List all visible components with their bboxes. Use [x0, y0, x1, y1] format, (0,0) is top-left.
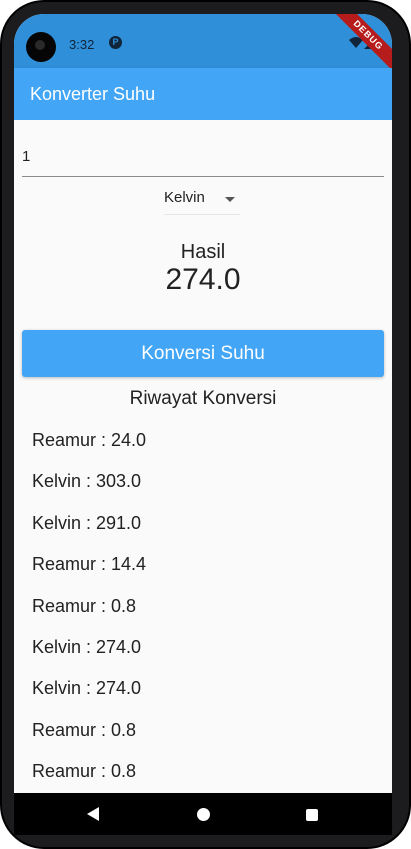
result-label: Hasil — [180, 241, 226, 263]
dropdown-selected-value: Kelvin — [164, 189, 205, 206]
system-nav-bar — [14, 793, 392, 835]
device-frame: 3:32 P DEBUG Konverter Suhu Kelvin Hasil… — [0, 0, 411, 849]
history-item: Reamur : 14.4 — [32, 554, 147, 575]
app-bar: Konverter Suhu — [14, 68, 392, 120]
history-item: Reamur : 24.0 — [32, 430, 147, 450]
history-item: Kelvin : 291.0 — [32, 512, 142, 533]
history-item: Kelvin : 303.0 — [32, 471, 142, 492]
history-item: Reamur : 0.8 — [32, 719, 137, 740]
status-time: 3:32 — [69, 37, 95, 52]
phone-screen: 3:32 P DEBUG Konverter Suhu Kelvin Hasil… — [14, 14, 392, 835]
caret-down-icon — [225, 197, 235, 202]
back-triangle-icon[interactable] — [87, 807, 99, 821]
convert-button[interactable]: Konversi Suhu — [22, 330, 384, 377]
result-value: 274.0 — [165, 263, 241, 296]
history-item: Kelvin : 274.0 — [32, 678, 142, 699]
history-list: Reamur : 24.0 Kelvin : 303.0 Kelvin : 29… — [32, 428, 372, 801]
camera-hole — [26, 32, 56, 62]
status-bar: 3:32 P DEBUG — [14, 14, 392, 77]
temperature-input[interactable] — [22, 146, 382, 166]
app-title: Konverter Suhu — [30, 84, 156, 104]
p-icon: P — [109, 36, 122, 49]
history-item: Kelvin : 274.0 — [32, 636, 142, 657]
history-title: Riwayat Konversi — [129, 388, 277, 409]
temperature-input-field[interactable] — [22, 142, 384, 177]
history-item: Reamur : 0.8 — [32, 595, 137, 616]
home-circle-icon[interactable] — [197, 808, 210, 821]
main-content: Kelvin Hasil 274.0 Konversi Suhu Riwayat… — [14, 120, 392, 793]
unit-dropdown[interactable]: Kelvin — [164, 184, 240, 215]
recents-square-icon[interactable] — [306, 809, 318, 821]
